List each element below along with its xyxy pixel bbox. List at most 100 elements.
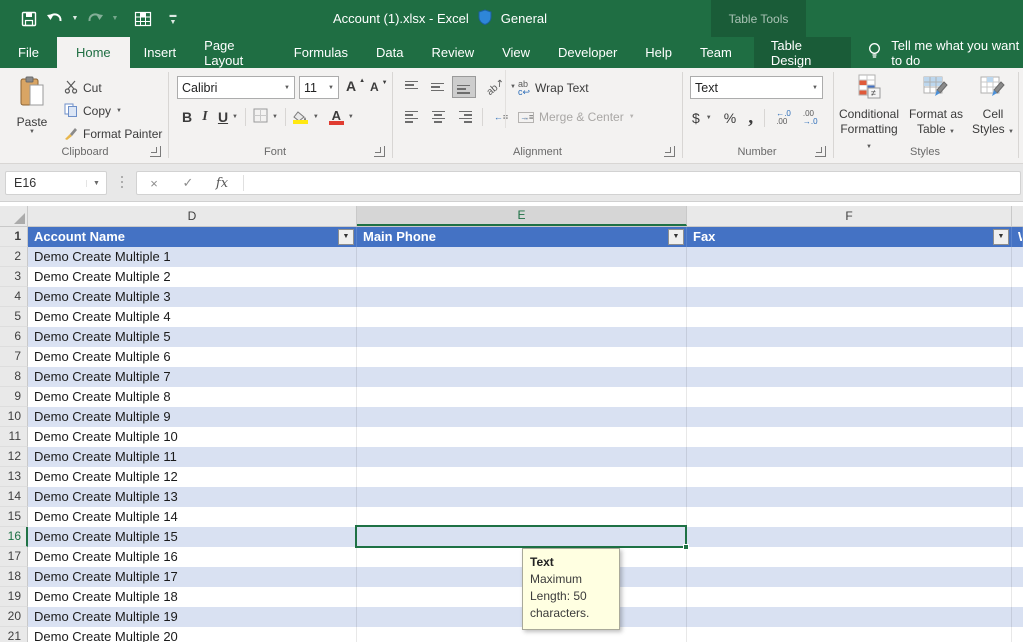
format-painter-button[interactable]: Format Painter (64, 124, 162, 144)
cell-E11[interactable] (357, 427, 687, 447)
cell-E13[interactable] (357, 467, 687, 487)
cell-F7[interactable] (687, 347, 1012, 367)
underline-dropdown-icon[interactable]: ▼ (232, 114, 238, 120)
cell-X16[interactable] (1012, 527, 1023, 547)
cell-F16[interactable] (687, 527, 1012, 547)
clipboard-dialog-launcher-icon[interactable] (150, 146, 161, 157)
fill-color-dropdown-icon[interactable]: ▼ (313, 114, 319, 120)
row-header-10[interactable]: 10 (0, 407, 28, 427)
percent-style-button[interactable]: % (724, 110, 736, 126)
comma-style-button[interactable]: , (748, 106, 753, 129)
cell-X15[interactable] (1012, 507, 1023, 527)
row-header-1[interactable]: 1 (0, 227, 28, 247)
redo-icon[interactable] (84, 7, 106, 31)
header-cell-main-phone[interactable]: Main Phone ▼ (357, 227, 687, 247)
header-cell-fax[interactable]: Fax ▼ (687, 227, 1012, 247)
row-header-7[interactable]: 7 (0, 347, 28, 367)
sensitivity-label[interactable]: General (501, 11, 547, 26)
tab-table-design[interactable]: Table Design (754, 37, 851, 68)
column-header-partial[interactable] (1012, 206, 1023, 226)
cell-E3[interactable] (357, 267, 687, 287)
decrease-font-size-button[interactable]: A▼ (370, 80, 388, 94)
cell-F9[interactable] (687, 387, 1012, 407)
cell-D2[interactable]: Demo Create Multiple 1 (28, 247, 357, 267)
cell-E16[interactable] (357, 527, 687, 547)
paste-dropdown-icon[interactable]: ▼ (29, 129, 35, 135)
paste-button[interactable]: Paste ▼ (10, 76, 54, 148)
cell-F14[interactable] (687, 487, 1012, 507)
tab-developer[interactable]: Developer (544, 37, 631, 68)
increase-decimal-button[interactable]: ←.0.00 (776, 110, 791, 126)
fax-filter-icon[interactable]: ▼ (993, 229, 1009, 245)
cell-D11[interactable]: Demo Create Multiple 10 (28, 427, 357, 447)
column-header-F[interactable]: F (687, 206, 1012, 226)
tab-view[interactable]: View (488, 37, 544, 68)
tell-me-box[interactable]: Tell me what you want to do (851, 37, 1023, 68)
row-header-9[interactable]: 9 (0, 387, 28, 407)
cell-X9[interactable] (1012, 387, 1023, 407)
save-icon[interactable] (18, 7, 40, 31)
tab-data[interactable]: Data (362, 37, 417, 68)
cell-X19[interactable] (1012, 587, 1023, 607)
font-color-icon[interactable]: A (329, 110, 344, 125)
font-size-dropdown-icon[interactable]: ▼ (328, 85, 334, 91)
cell-E5[interactable] (357, 307, 687, 327)
tab-insert[interactable]: Insert (130, 37, 191, 68)
tab-home[interactable]: Home (57, 37, 130, 68)
cell-styles-button[interactable]: Cell Styles ▼ (962, 74, 1023, 140)
font-size-combo[interactable]: 11 ▼ (299, 76, 339, 99)
cell-F2[interactable] (687, 247, 1012, 267)
insert-function-button[interactable]: fx (205, 176, 239, 191)
merge-center-button[interactable]: ↔ Merge & Center ▼ (518, 110, 635, 124)
increase-font-size-button[interactable]: A▲ (346, 78, 365, 94)
cell-F20[interactable] (687, 607, 1012, 627)
main-phone-filter-icon[interactable]: ▼ (668, 229, 684, 245)
row-header-19[interactable]: 19 (0, 587, 28, 607)
middle-align-button[interactable] (426, 76, 450, 98)
row-header-16[interactable]: 16 (0, 527, 28, 547)
cell-D14[interactable]: Demo Create Multiple 13 (28, 487, 357, 507)
cell-X3[interactable] (1012, 267, 1023, 287)
cell-E7[interactable] (357, 347, 687, 367)
cell-F3[interactable] (687, 267, 1012, 287)
row-header-11[interactable]: 11 (0, 427, 28, 447)
row-header-4[interactable]: 4 (0, 287, 28, 307)
bottom-align-button[interactable] (452, 76, 476, 98)
cell-X13[interactable] (1012, 467, 1023, 487)
cell-X21[interactable] (1012, 627, 1023, 642)
alignment-dialog-launcher-icon[interactable] (664, 146, 675, 157)
italic-button[interactable]: I (196, 109, 214, 125)
tab-help[interactable]: Help (631, 37, 686, 68)
row-header-17[interactable]: 17 (0, 547, 28, 567)
number-dialog-launcher-icon[interactable] (815, 146, 826, 157)
tab-page-layout[interactable]: Page Layout (190, 37, 280, 68)
cell-X14[interactable] (1012, 487, 1023, 507)
top-align-button[interactable] (400, 76, 424, 98)
copy-button[interactable]: Copy ▼ (64, 101, 122, 121)
row-header-15[interactable]: 15 (0, 507, 28, 527)
row-header-18[interactable]: 18 (0, 567, 28, 587)
cell-F10[interactable] (687, 407, 1012, 427)
cell-D20[interactable]: Demo Create Multiple 19 (28, 607, 357, 627)
font-color-dropdown-icon[interactable]: ▼ (348, 114, 354, 120)
name-box[interactable]: E16 ▼ (5, 171, 107, 195)
undo-icon[interactable] (44, 7, 66, 31)
column-header-D[interactable]: D (28, 206, 357, 226)
cell-D6[interactable]: Demo Create Multiple 5 (28, 327, 357, 347)
cell-X2[interactable] (1012, 247, 1023, 267)
cell-X10[interactable] (1012, 407, 1023, 427)
cell-D5[interactable]: Demo Create Multiple 4 (28, 307, 357, 327)
account-name-filter-icon[interactable]: ▼ (338, 229, 354, 245)
cell-E8[interactable] (357, 367, 687, 387)
bold-button[interactable]: B (178, 109, 196, 125)
cell-D13[interactable]: Demo Create Multiple 12 (28, 467, 357, 487)
accounting-dropdown-icon[interactable]: ▼ (706, 115, 712, 121)
cell-D21[interactable]: Demo Create Multiple 20 (28, 627, 357, 642)
decrease-decimal-button[interactable]: .00→.0 (803, 110, 818, 126)
number-format-dropdown-icon[interactable]: ▼ (812, 85, 818, 91)
cell-X8[interactable] (1012, 367, 1023, 387)
column-header-E[interactable]: E (357, 206, 687, 226)
redo-dropdown-icon[interactable]: ▼ (110, 15, 120, 22)
select-all-button[interactable] (0, 206, 28, 226)
header-cell-account-name[interactable]: Account Name ▼ (28, 227, 357, 247)
